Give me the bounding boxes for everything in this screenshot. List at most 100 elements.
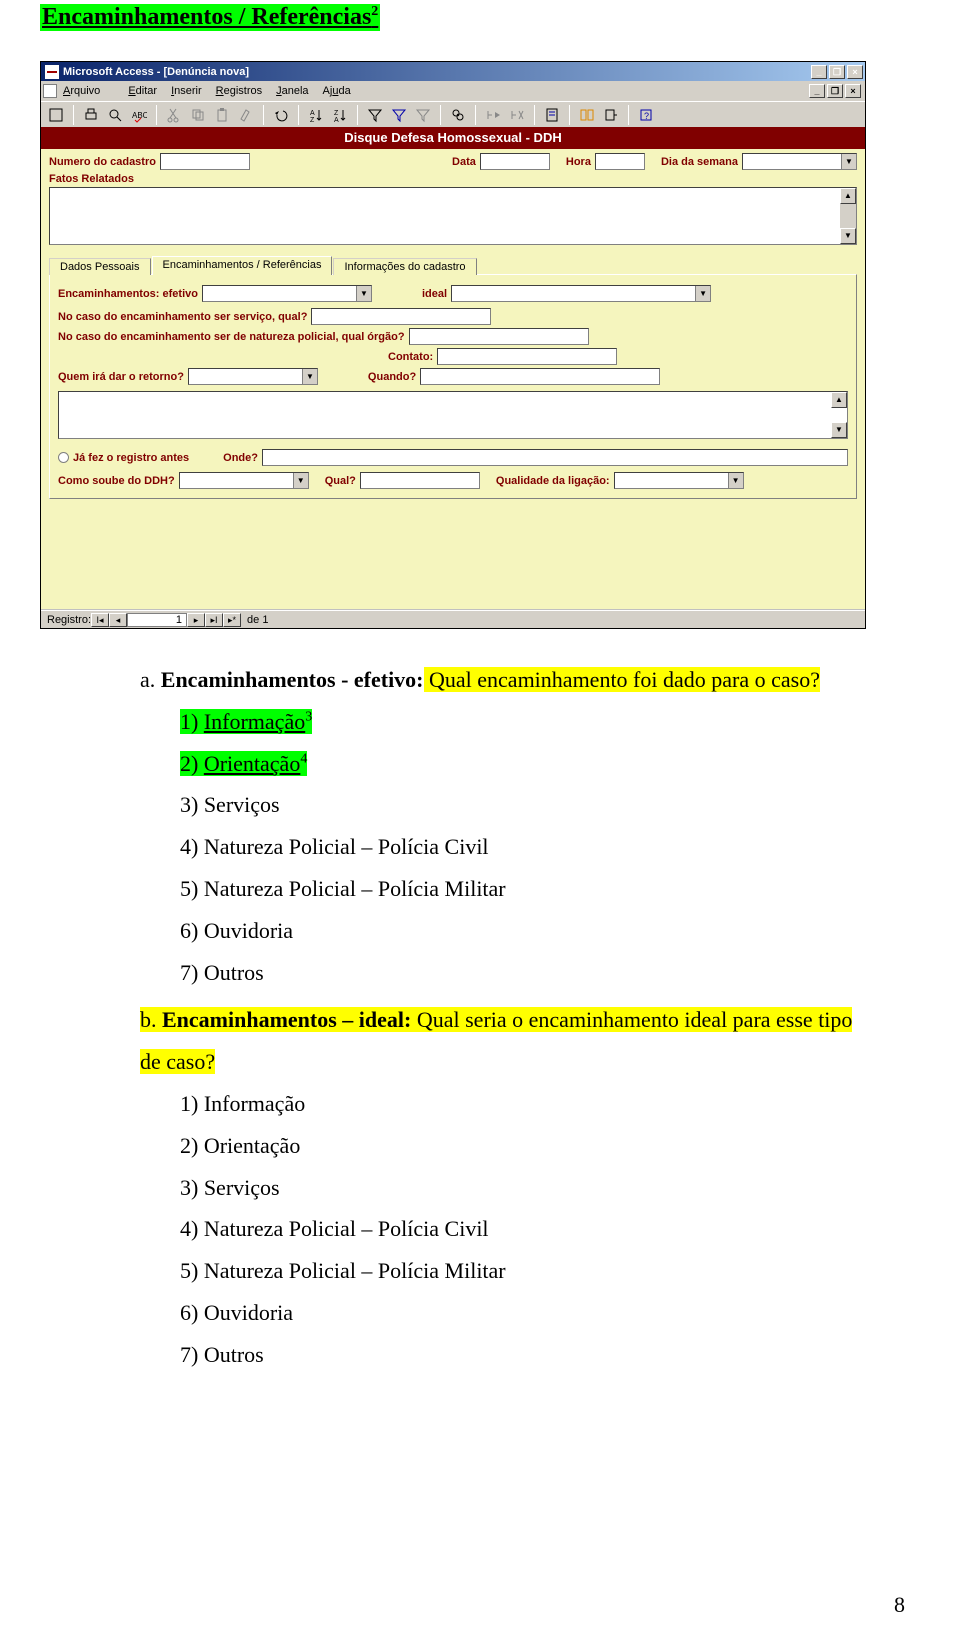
- cut-button[interactable]: [163, 104, 185, 126]
- menu-ajuda[interactable]: Ajuda: [323, 85, 351, 97]
- qualidade-select[interactable]: ▼: [614, 472, 744, 489]
- numero-cadastro-input[interactable]: [160, 153, 250, 170]
- list2-item6: 6) Ouvidoria: [180, 1292, 860, 1334]
- mdi-minimize-button[interactable]: _: [809, 84, 825, 98]
- sort-asc-button[interactable]: AZ: [305, 104, 327, 126]
- dia-semana-select[interactable]: ▼: [742, 153, 857, 170]
- list1-item5: 5) Natureza Policial – Polícia Militar: [180, 868, 860, 910]
- props-button[interactable]: [541, 104, 563, 126]
- onde-input[interactable]: [262, 449, 848, 466]
- fatos-textarea[interactable]: ▲▼: [49, 187, 857, 245]
- form-icon: [43, 84, 57, 98]
- page-number: 8: [894, 1592, 905, 1618]
- como-soube-select[interactable]: ▼: [179, 472, 309, 489]
- record-position[interactable]: 1: [127, 613, 187, 627]
- ja-fez-radio[interactable]: [58, 452, 69, 463]
- paint-button[interactable]: [235, 104, 257, 126]
- access-key-icon: [45, 65, 59, 79]
- tab-dados-pessoais[interactable]: Dados Pessoais: [49, 258, 151, 275]
- hora-input[interactable]: [595, 153, 645, 170]
- nav-new-button[interactable]: ▸*: [223, 613, 241, 627]
- list1-item3: 3) Serviços: [180, 784, 860, 826]
- scroll-up-icon[interactable]: ▲: [840, 188, 856, 204]
- qual-input[interactable]: [360, 472, 480, 489]
- list2-item7: 7) Outros: [180, 1334, 860, 1376]
- ideal-select[interactable]: ▼: [451, 285, 711, 302]
- label-onde: Onde?: [223, 452, 258, 464]
- label-retorno: Quem irá dar o retorno?: [58, 371, 184, 383]
- svg-text:ABC: ABC: [132, 111, 147, 120]
- servico-input[interactable]: [311, 308, 491, 325]
- filter2-button[interactable]: [388, 104, 410, 126]
- nav-prev-button[interactable]: ◂: [109, 613, 127, 627]
- list1-item6: 6) Ouvidoria: [180, 910, 860, 952]
- contato-input[interactable]: [437, 348, 617, 365]
- new-obj-button[interactable]: [600, 104, 622, 126]
- scroll-down-icon[interactable]: ▼: [831, 422, 847, 438]
- spell-button[interactable]: ABC: [128, 104, 150, 126]
- menu-janela[interactable]: Janela: [276, 85, 308, 97]
- form-title: Disque Defesa Homossexual - DDH: [41, 127, 865, 149]
- scroll-down-icon[interactable]: ▼: [840, 228, 856, 244]
- app-title: Microsoft Access - [Denúncia nova]: [63, 66, 249, 78]
- maximize-button[interactable]: ❐: [829, 65, 845, 79]
- svg-text:Z: Z: [334, 110, 339, 117]
- nav-last-button[interactable]: ▸I: [205, 613, 223, 627]
- minimize-button[interactable]: _: [811, 65, 827, 79]
- list2-item5: 5) Natureza Policial – Polícia Militar: [180, 1250, 860, 1292]
- nav-next-button[interactable]: ▸: [187, 613, 205, 627]
- preview-button[interactable]: [104, 104, 126, 126]
- menubar: Arquivo Editar Inserir Registros Janela …: [41, 81, 865, 101]
- sort-desc-button[interactable]: ZA: [329, 104, 351, 126]
- label-registro: Registro:: [47, 614, 91, 626]
- label-policial: No caso do encaminhamento ser de naturez…: [58, 331, 405, 343]
- filter1-button[interactable]: [364, 104, 386, 126]
- policial-input[interactable]: [409, 328, 589, 345]
- notes-textarea[interactable]: ▲ ▼: [58, 391, 848, 439]
- list1-item1: 1) Informação3: [180, 709, 312, 734]
- svg-text:?: ?: [644, 111, 649, 121]
- scroll-up-icon[interactable]: ▲: [831, 392, 847, 408]
- question-b-line1: b. Encaminhamentos – ideal: Qual seria o…: [140, 1007, 852, 1032]
- quando-input[interactable]: [420, 368, 660, 385]
- menu-editar[interactable]: Editar: [128, 85, 157, 97]
- menu-arquivo[interactable]: Arquivo: [63, 85, 114, 97]
- filter3-button[interactable]: [412, 104, 434, 126]
- data-input[interactable]: [480, 153, 550, 170]
- label-ja-fez: Já fez o registro antes: [73, 452, 189, 464]
- retorno-select[interactable]: ▼: [188, 368, 318, 385]
- label-quando: Quando?: [368, 371, 416, 383]
- new-rec-button[interactable]: [482, 104, 504, 126]
- toolbar: ABC AZ ZA ?: [41, 101, 865, 127]
- label-a: Encaminhamentos - efetivo:: [161, 667, 424, 692]
- undo-button[interactable]: [270, 104, 292, 126]
- question-a: Qual encaminhamento foi dado para o caso…: [424, 667, 820, 692]
- del-rec-button[interactable]: [506, 104, 528, 126]
- efetivo-select[interactable]: ▼: [202, 285, 372, 302]
- paste-button[interactable]: [211, 104, 233, 126]
- help-button[interactable]: ?: [635, 104, 657, 126]
- list2-item4: 4) Natureza Policial – Polícia Civil: [180, 1208, 860, 1250]
- menu-inserir[interactable]: Inserir: [171, 85, 202, 97]
- nav-first-button[interactable]: I◂: [91, 613, 109, 627]
- find-button[interactable]: [447, 104, 469, 126]
- label-data: Data: [452, 156, 476, 168]
- label-fatos: Fatos Relatados: [49, 173, 853, 185]
- section-heading: Encaminhamentos / Referências2: [40, 4, 380, 31]
- label-dia-semana: Dia da semana: [661, 156, 738, 168]
- toolbar-group[interactable]: [45, 104, 67, 126]
- tab-encaminhamentos[interactable]: Encaminhamentos / Referências: [152, 256, 333, 275]
- menu-registros[interactable]: Registros: [216, 85, 262, 97]
- label-contato: Contato:: [388, 351, 433, 363]
- close-button[interactable]: ×: [847, 65, 863, 79]
- print-button[interactable]: [80, 104, 102, 126]
- label-servico: No caso do encaminhamento ser serviço, q…: [58, 311, 307, 323]
- db-button[interactable]: [576, 104, 598, 126]
- mdi-maximize-button[interactable]: ❐: [827, 84, 843, 98]
- access-screenshot: Microsoft Access - [Denúncia nova] _ ❐ ×…: [40, 61, 866, 629]
- tab-informacoes[interactable]: Informações do cadastro: [333, 258, 476, 275]
- label-efetivo: Encaminhamentos: efetivo: [58, 288, 198, 300]
- mdi-close-button[interactable]: ×: [845, 84, 861, 98]
- copy-button[interactable]: [187, 104, 209, 126]
- list1-item2: 2) Orientação4: [180, 751, 307, 776]
